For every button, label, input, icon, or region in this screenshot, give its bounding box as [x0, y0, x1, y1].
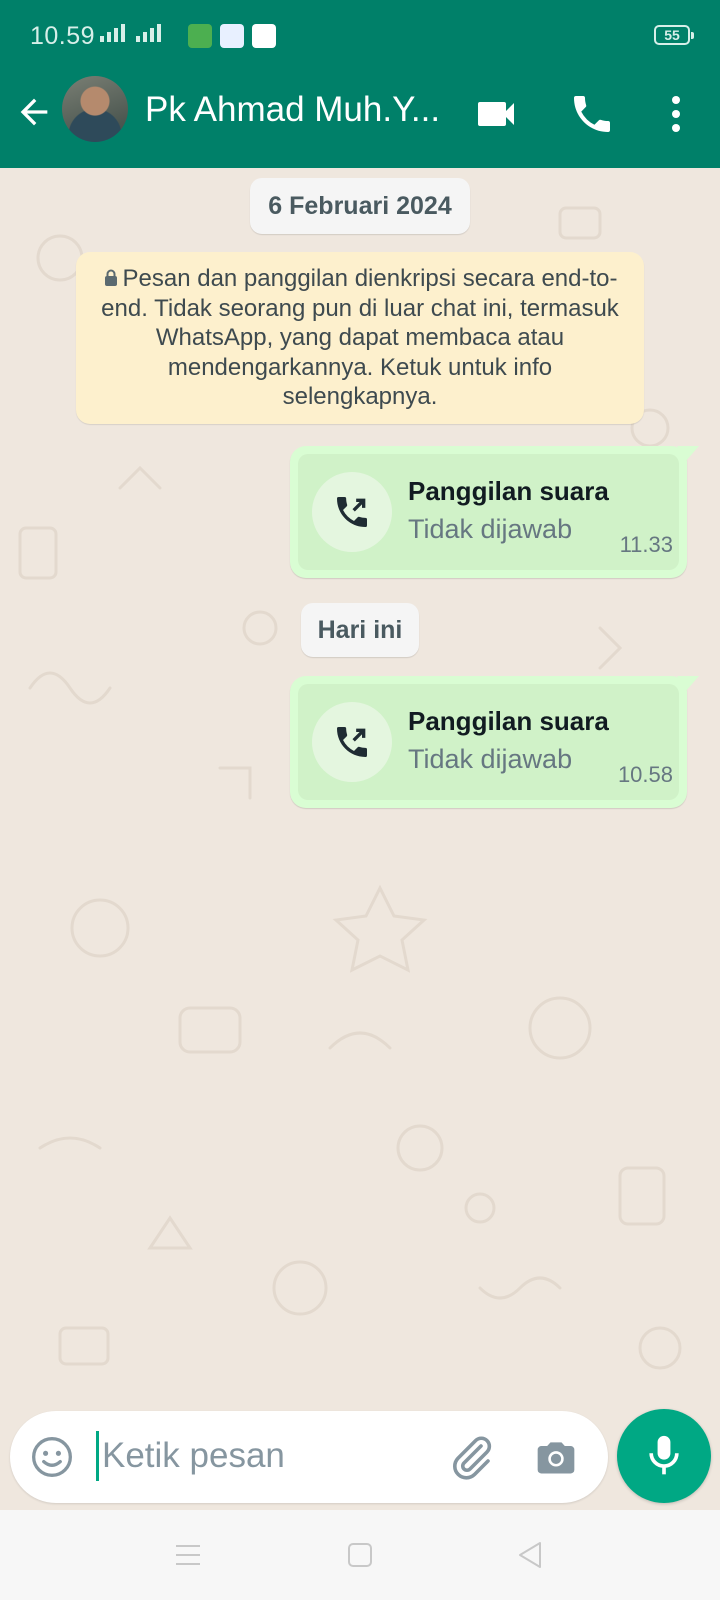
more-options-icon[interactable] [652, 90, 700, 138]
contact-avatar[interactable] [62, 76, 128, 142]
emoji-icon[interactable] [30, 1435, 74, 1479]
outgoing-call-icon [337, 727, 367, 757]
cellular-signal-icon [100, 24, 125, 42]
cellular-signal-icon-2 [136, 24, 161, 42]
chat-header: Pk Ahmad Muh.Y... [0, 68, 720, 168]
encryption-notice-text: Pesan dan panggilan dienkripsi secara en… [101, 265, 619, 410]
microphone-icon [649, 1435, 679, 1475]
message-time: 10.58 [617, 762, 673, 787]
call-status: Tidak dijawab [408, 744, 573, 774]
bubble-tail [677, 676, 699, 692]
date-chip: 6 Februari 2024 [250, 178, 470, 234]
contact-name[interactable]: Pk Ahmad Muh.Y... [145, 90, 450, 130]
battery-indicator: 55 [654, 25, 694, 45]
voice-message-button[interactable] [617, 1409, 711, 1503]
missed-call-message[interactable]: Panggilan suara Tidak dijawab 11.33 [290, 446, 699, 578]
recent-apps-icon[interactable] [174, 1540, 202, 1570]
call-status: Tidak dijawab [408, 514, 573, 544]
encryption-notice[interactable]: Pesan dan panggilan dienkripsi secara en… [76, 252, 644, 424]
back-nav-icon[interactable] [516, 1540, 544, 1570]
call-title: Panggilan suara [408, 476, 609, 506]
today-chip: Hari ini [301, 603, 419, 657]
camera-icon[interactable] [534, 1435, 578, 1479]
chat-area[interactable]: 6 Februari 2024 Pesan dan panggilan dien… [0, 168, 720, 1410]
text-cursor [96, 1431, 99, 1481]
home-icon[interactable] [347, 1540, 373, 1570]
outgoing-call-icon [337, 497, 367, 527]
message-composer [10, 1411, 608, 1503]
app-notification-icon [252, 24, 276, 48]
video-call-icon[interactable] [472, 90, 520, 138]
app-notification-icon [220, 24, 244, 48]
missed-call-message[interactable]: Panggilan suara Tidak dijawab 10.58 [290, 676, 699, 808]
call-icon-container [312, 472, 392, 552]
message-input[interactable] [102, 1433, 422, 1479]
message-time: 11.33 [619, 532, 673, 557]
attach-icon[interactable] [448, 1433, 496, 1481]
bubble-tail [677, 446, 699, 462]
call-icon-container [312, 702, 392, 782]
app-notification-icon [188, 24, 212, 48]
status-bar: 10.59 55 [0, 0, 720, 68]
lock-icon [104, 269, 117, 286]
back-arrow-icon[interactable] [14, 92, 54, 132]
signal-indicator [100, 24, 169, 42]
system-navigation-bar [0, 1510, 720, 1600]
call-title: Panggilan suara [408, 706, 609, 736]
voice-call-icon[interactable] [568, 90, 616, 138]
status-time: 10.59 [30, 22, 96, 50]
notification-icons [188, 24, 276, 48]
